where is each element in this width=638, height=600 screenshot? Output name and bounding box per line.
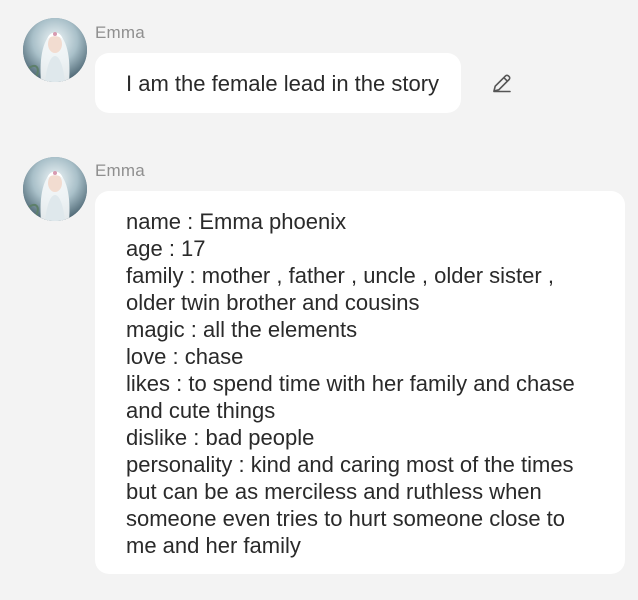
message-line: magic : all the elements	[126, 317, 358, 342]
message-bubble[interactable]: name : Emma phoenix age : 17 family : mo…	[95, 191, 625, 574]
message-line: age : 17	[126, 236, 206, 261]
sender-avatar[interactable]	[23, 18, 87, 82]
sender-avatar[interactable]	[23, 157, 87, 221]
message-line: love : chase	[126, 344, 244, 369]
message-line: someone even tries to hurt someone close…	[126, 506, 566, 531]
pencil-edit-icon[interactable]	[490, 71, 514, 95]
message-line: likes : to spend time with her family an…	[126, 371, 575, 396]
message-bubble[interactable]: I am the female lead in the story	[95, 53, 462, 113]
message-line: name : Emma phoenix	[126, 209, 347, 234]
message-line: dislike : bad people	[126, 425, 315, 450]
sender-name: Emma	[95, 23, 145, 42]
message-line: personality : kind and caring most of th…	[126, 452, 574, 477]
message-text: I am the female lead in the story	[126, 71, 440, 96]
avatar-image	[23, 157, 87, 221]
message-line: me and her family	[126, 533, 301, 558]
message-line: but can be as merciless and ruthless whe…	[126, 479, 542, 504]
avatar-image	[23, 18, 87, 82]
message-line: family : mother , father , uncle , older…	[126, 263, 554, 288]
sender-name: Emma	[95, 161, 145, 180]
message-line: older twin brother and cousins	[126, 290, 420, 315]
message-line: and cute things	[126, 398, 276, 423]
